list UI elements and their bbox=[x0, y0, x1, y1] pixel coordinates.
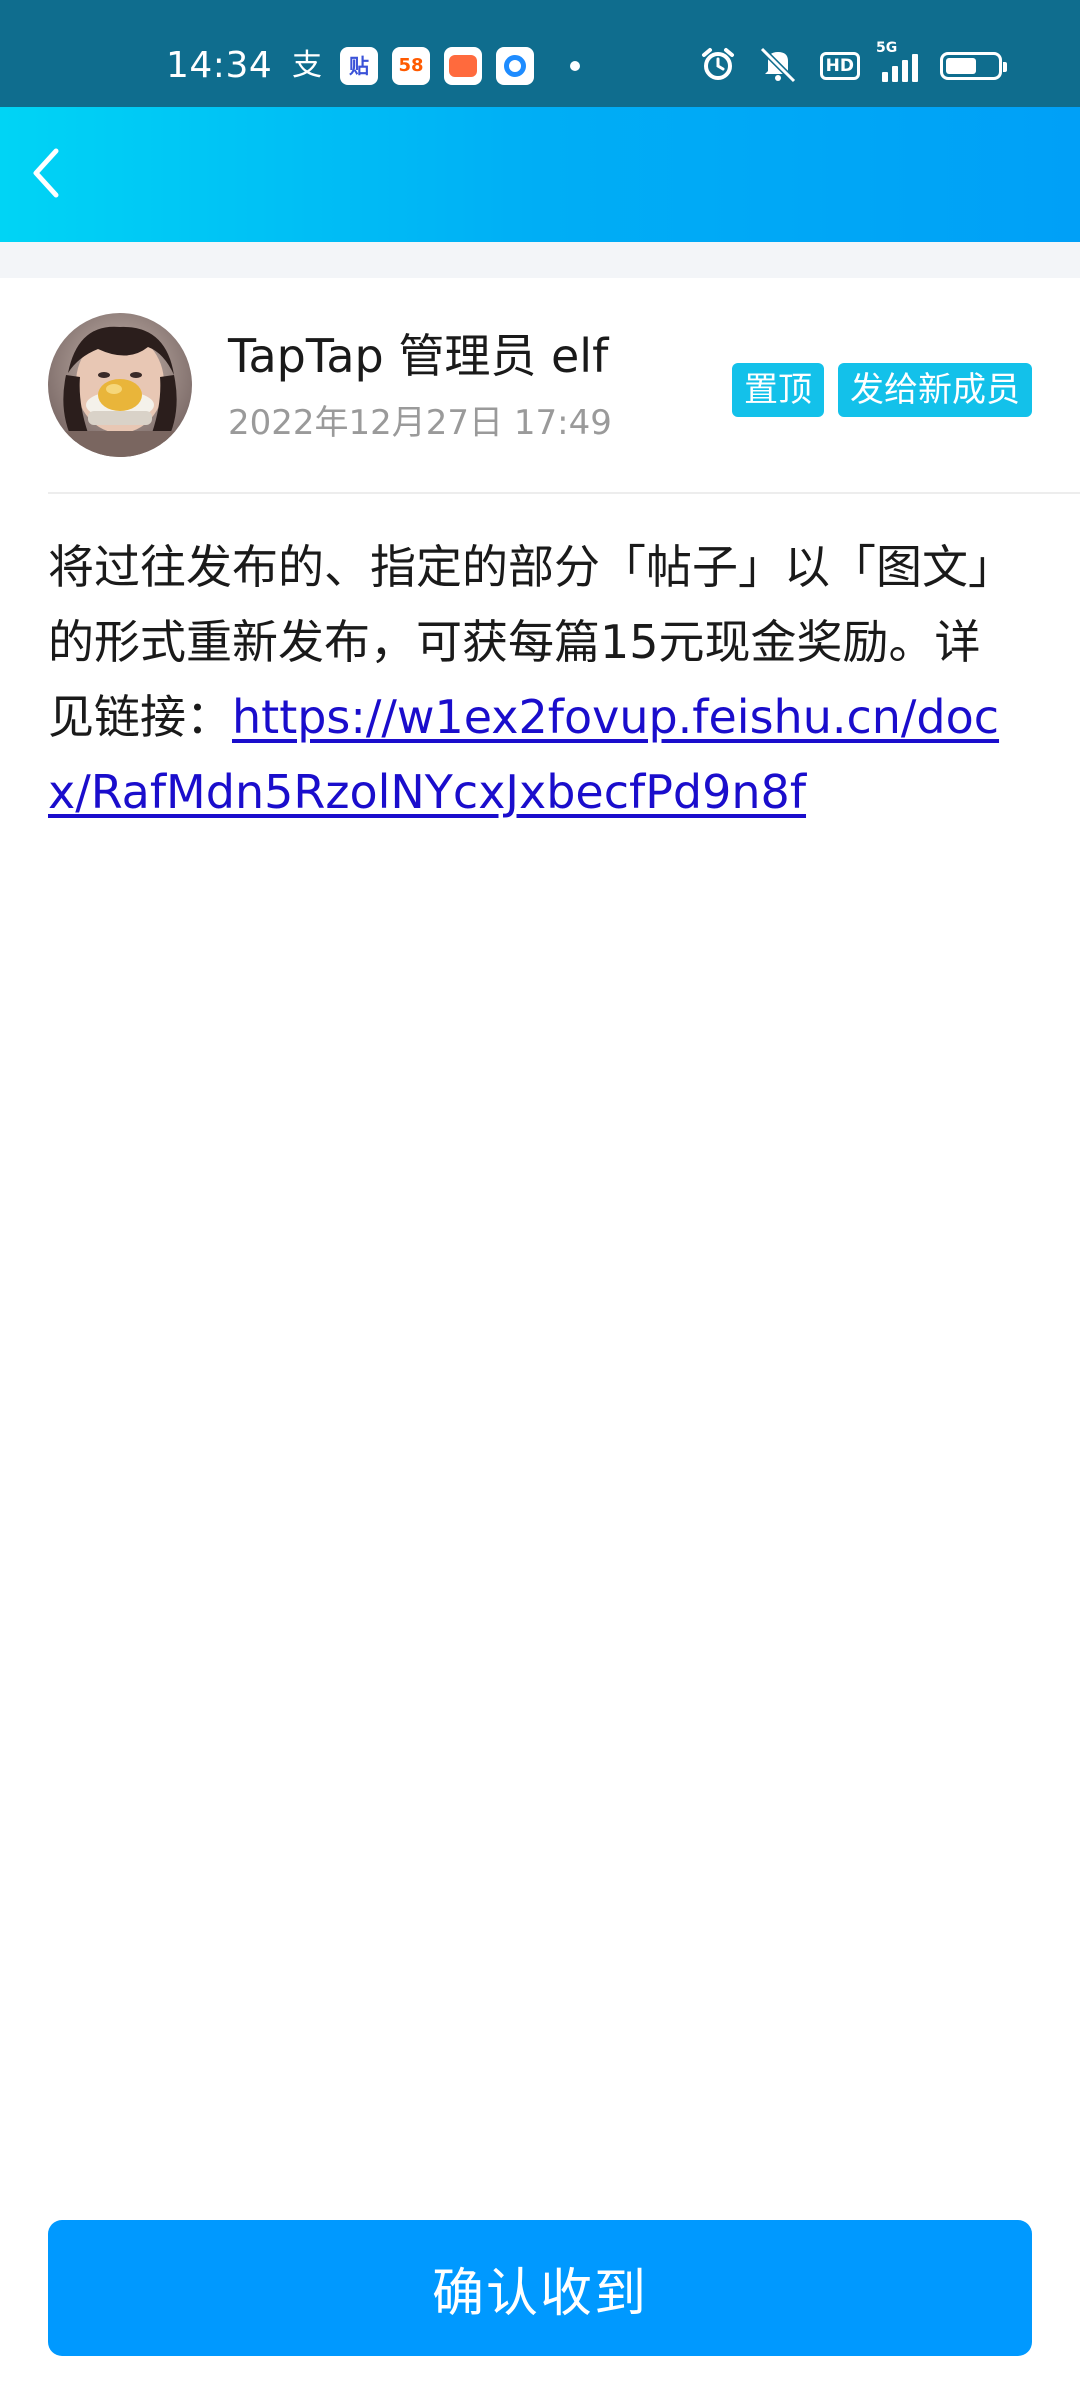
top-app-bar bbox=[0, 107, 1080, 242]
5g-signal-icon: 5G bbox=[876, 40, 918, 82]
app58-glyph: 58 bbox=[398, 55, 424, 76]
network-type-label: 5G bbox=[876, 40, 898, 56]
divider bbox=[48, 492, 1080, 494]
chevron-left-icon bbox=[26, 145, 66, 205]
author-name[interactable]: TapTap 管理员 elf bbox=[228, 326, 608, 386]
hd-badge: HD bbox=[819, 52, 860, 80]
post-content: 将过往发布的、指定的部分「帖子」以「图文」的形式重新发布，可获每篇15元现金奖励… bbox=[48, 530, 1024, 830]
status-bar: 14:34 支 贴 58 HD 5G bbox=[0, 0, 1080, 107]
qq-browser-icon bbox=[496, 47, 534, 85]
status-time: 14:34 bbox=[166, 45, 273, 86]
post-badges: 置顶 发给新成员 bbox=[732, 363, 1032, 417]
section-separator bbox=[0, 242, 1080, 278]
system-icons: HD 5G bbox=[700, 40, 1007, 87]
alipay-icon: 支 bbox=[292, 48, 322, 83]
back-button[interactable] bbox=[14, 143, 78, 207]
post-timestamp: 2022年12月27日 17:49 bbox=[228, 403, 612, 443]
notification-dot bbox=[570, 61, 580, 71]
mute-icon bbox=[758, 45, 798, 87]
new-member-badge: 发给新成员 bbox=[838, 363, 1032, 417]
game-center-icon bbox=[444, 47, 482, 85]
58-app-icon: 58 bbox=[392, 47, 430, 85]
pinned-badge: 置顶 bbox=[732, 363, 824, 417]
notification-icons: 支 贴 58 bbox=[288, 46, 580, 86]
battery-icon bbox=[940, 52, 1007, 80]
confirm-received-button[interactable]: 确认收到 bbox=[48, 2220, 1032, 2356]
avatar[interactable] bbox=[48, 313, 192, 457]
tieba-icon: 贴 bbox=[340, 47, 378, 85]
alarm-icon bbox=[700, 46, 736, 86]
tieba-glyph: 贴 bbox=[349, 54, 369, 78]
battery-level bbox=[946, 58, 976, 74]
